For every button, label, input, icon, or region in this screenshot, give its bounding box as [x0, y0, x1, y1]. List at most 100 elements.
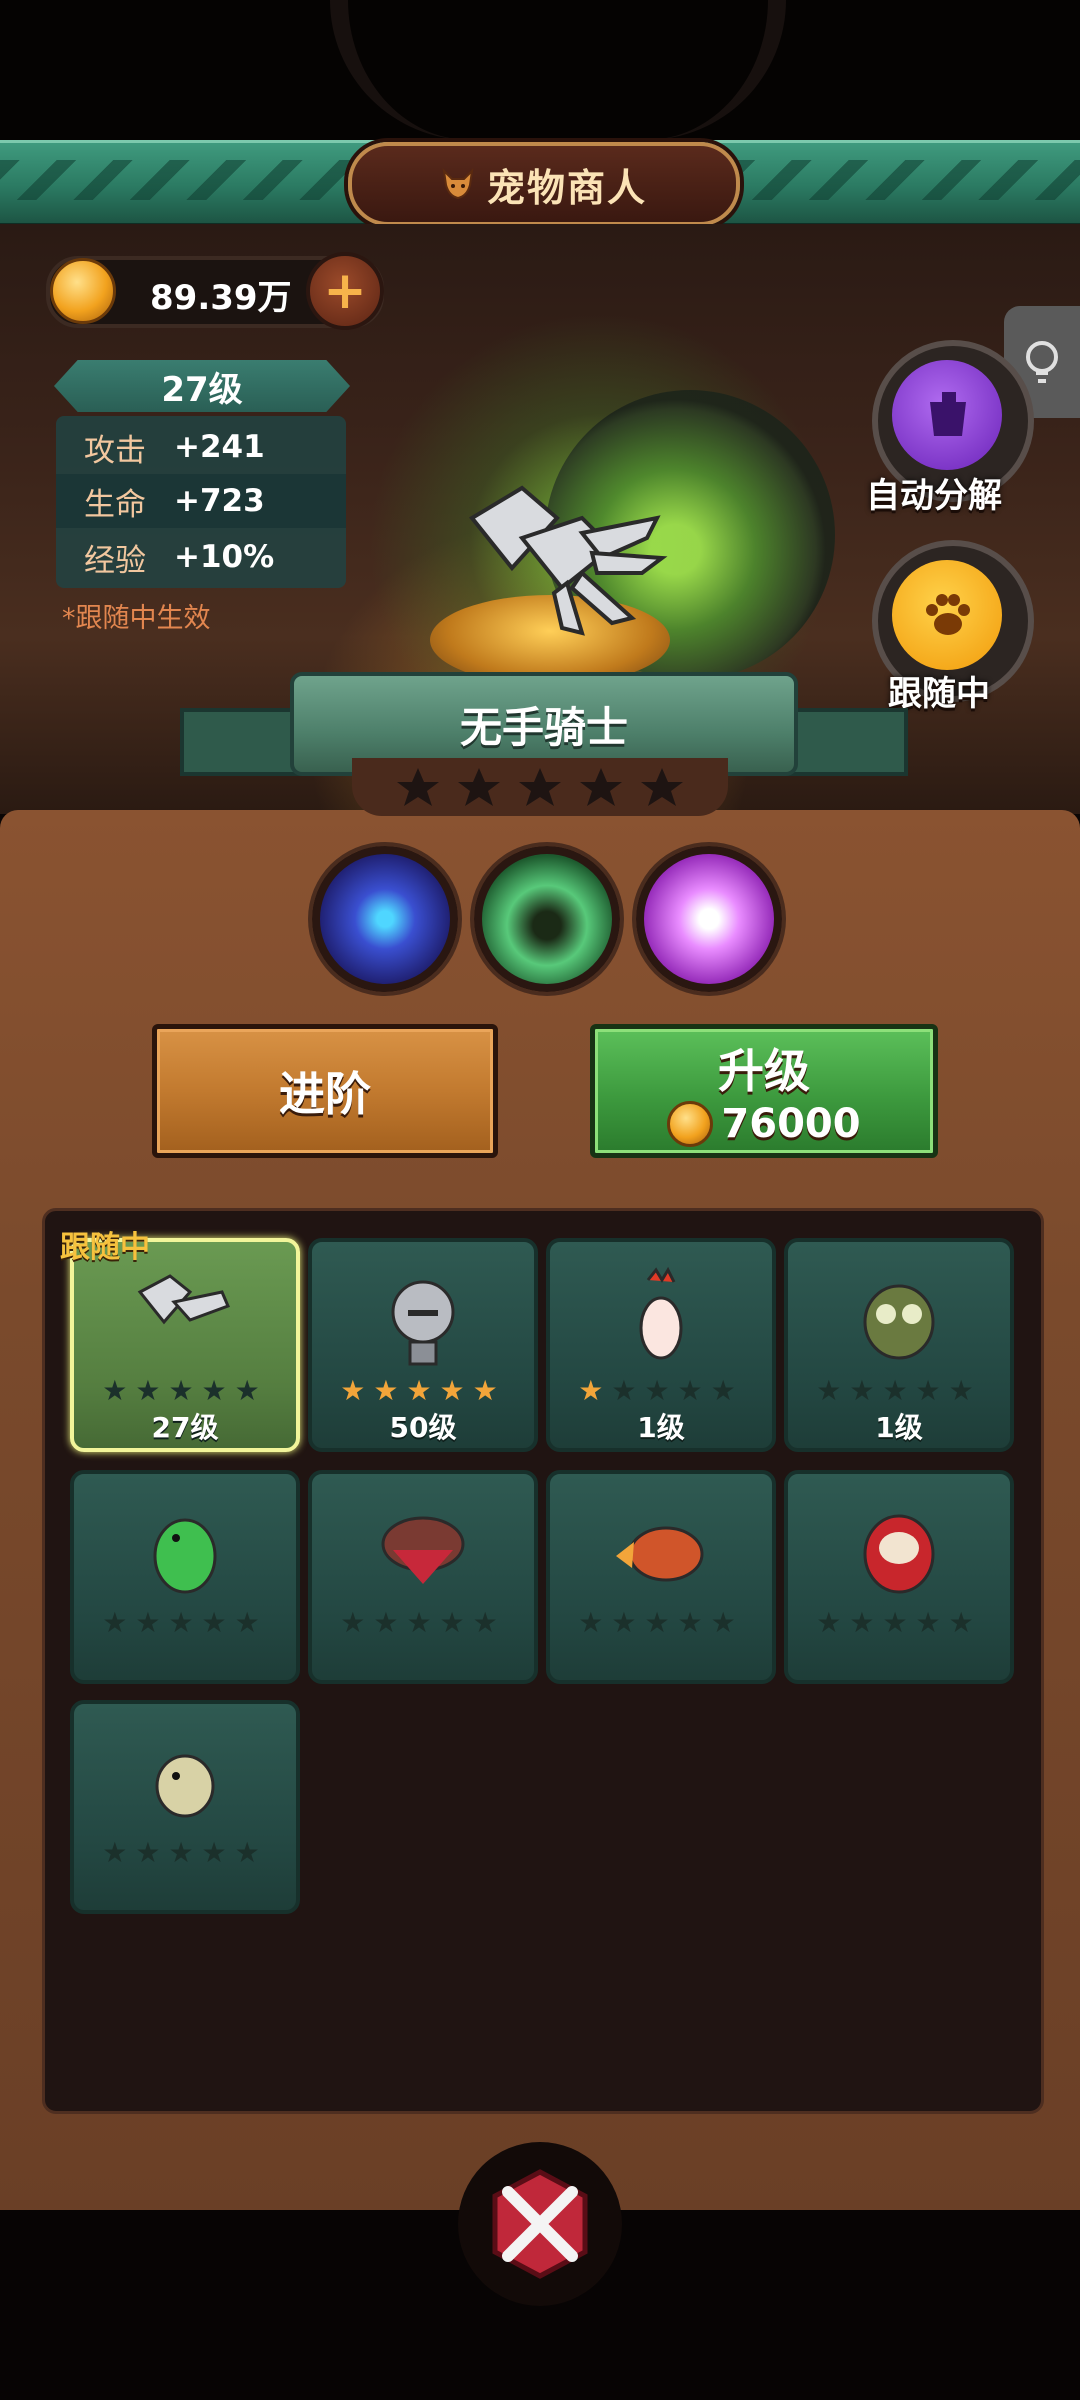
star-icon: ★ [168, 1606, 202, 1639]
star-icon: ★ [849, 1374, 883, 1407]
star-icon: ★ [406, 1374, 440, 1407]
stat-row-exp: 经验 +10% [56, 530, 346, 584]
gold-coin-icon [667, 1101, 714, 1147]
star-icon: ★ [816, 1374, 850, 1407]
ninja-eye-skill-icon[interactable] [312, 846, 458, 992]
star-icon: ★ [340, 1606, 374, 1639]
star-icon: ★ [168, 1374, 202, 1407]
upgrade-cost-value: 76000 [721, 1101, 861, 1147]
star-icon: ★ [102, 1836, 136, 1869]
advance-label: 进阶 [279, 1067, 371, 1121]
star-icon: ★ [915, 1606, 949, 1639]
star-icon: ★ [406, 1606, 440, 1639]
knight-helmet-pet-icon [391, 1280, 455, 1366]
star-icon: ★ [816, 1606, 850, 1639]
advance-button[interactable]: 进阶 [152, 1024, 498, 1158]
star-row [397, 768, 683, 806]
star-icon: ★ [135, 1374, 169, 1407]
pet-stars: ★★★★★ [788, 1374, 1010, 1407]
star-icon: ★ [201, 1836, 235, 1869]
gauntlet-pet-image [469, 485, 668, 636]
star-icon: ★ [677, 1374, 711, 1407]
close-icon [492, 2169, 588, 2279]
star-icon: ★ [234, 1836, 268, 1869]
stat-value: +723 [174, 483, 265, 519]
pet-stars: ★★★★★ [312, 1606, 534, 1639]
pet-card[interactable]: ★★★★★ [70, 1700, 300, 1914]
star-icon: ★ [102, 1374, 136, 1407]
star-icon: ★ [373, 1374, 407, 1407]
stat-name: 生命 [84, 486, 146, 523]
star-icon: ★ [439, 1374, 473, 1407]
bulb-icon [1026, 341, 1058, 383]
title-plate: 宠物商人 [348, 142, 740, 226]
pet-card-level: 27级 [151, 1411, 219, 1444]
star-icon-5 [641, 768, 683, 806]
star-icon-1 [397, 768, 439, 806]
pet-stars: ★★★★★ [550, 1606, 772, 1639]
currency-amount: 89.39万 [150, 278, 292, 318]
stat-name: 经验 [84, 542, 146, 579]
daruma-pet-icon [863, 1514, 935, 1594]
star-icon: ★ [644, 1374, 678, 1407]
upgrade-label: 升级 [718, 1044, 810, 1098]
pet-card[interactable]: ★★★★★ [308, 1470, 538, 1684]
pet-card[interactable]: ★★★★★ [546, 1470, 776, 1684]
gauntlet-pet-icon [137, 1274, 231, 1325]
add-currency-button[interactable]: + [306, 252, 384, 330]
star-icon: ★ [948, 1606, 982, 1639]
star-icon: ★ [915, 1374, 949, 1407]
zombie-chick-pet-icon [155, 1754, 215, 1818]
star-icon-4 [580, 768, 622, 806]
pet-stars: ★★★★★ [788, 1606, 1010, 1639]
pet-card-level: 1级 [875, 1411, 923, 1444]
claw-skill-icon[interactable] [474, 846, 620, 992]
star-icon: ★ [201, 1606, 235, 1639]
green-bird-pet-icon [153, 1518, 217, 1594]
star-icon: ★ [135, 1606, 169, 1639]
star-icon: ★ [849, 1606, 883, 1639]
plus-icon: + [323, 261, 367, 321]
pet-stars: ★★★★★ [550, 1374, 772, 1407]
stat-row-health: 生命 +723 [56, 474, 346, 528]
star-icon: ★ [234, 1606, 268, 1639]
stat-value: +241 [174, 429, 265, 465]
star-icon: ★ [677, 1606, 711, 1639]
page-title: 宠物商人 [486, 165, 647, 210]
auto-decompose-label: 自动分解 [866, 476, 1002, 516]
star-icon: ★ [578, 1606, 612, 1639]
upgrade-button[interactable]: 升级 76000 [590, 1024, 938, 1158]
fire-dragon-pet-icon [616, 1526, 704, 1582]
pet-card-level: 50级 [389, 1411, 457, 1444]
stat-row-attack: 攻击 +241 [56, 420, 346, 474]
star-icon: ★ [578, 1374, 612, 1407]
stats-panel: 攻击 +241 生命 +723 经验 +10% [56, 416, 346, 588]
star-icon-3 [519, 768, 561, 806]
pet-card[interactable]: ★★★★★ 50级 [308, 1238, 538, 1452]
star-icon: ★ [710, 1606, 744, 1639]
following-tag: 跟随中 [60, 1230, 150, 1265]
pet-card[interactable]: ★★★★★ [70, 1470, 300, 1684]
pet-stars: ★★★★★ [74, 1606, 296, 1639]
pet-card[interactable]: ★★★★★ 27级 [70, 1238, 300, 1452]
star-icon: ★ [644, 1606, 678, 1639]
gold-coin-icon [50, 258, 116, 324]
star-icon: ★ [948, 1374, 982, 1407]
star-icon: ★ [472, 1374, 506, 1407]
pet-star-rating [352, 758, 728, 816]
speech-burst-skill-icon[interactable] [636, 846, 782, 992]
star-icon-2 [458, 768, 500, 806]
pet-card[interactable]: ★★★★★ 1级 [784, 1238, 1014, 1452]
star-icon: ★ [340, 1374, 374, 1407]
close-button[interactable] [458, 2142, 622, 2306]
star-icon: ★ [439, 1606, 473, 1639]
pet-stars: ★★★★★ [74, 1374, 296, 1407]
pet-level: 27级 [54, 360, 350, 412]
pet-card[interactable]: ★★★★★ [784, 1470, 1014, 1684]
star-icon: ★ [472, 1606, 506, 1639]
star-icon: ★ [882, 1606, 916, 1639]
stat-value: +10% [174, 539, 275, 575]
rooster-pet-icon [639, 1266, 683, 1360]
pet-card[interactable]: ★★★★★ 1级 [546, 1238, 776, 1452]
star-icon: ★ [135, 1836, 169, 1869]
